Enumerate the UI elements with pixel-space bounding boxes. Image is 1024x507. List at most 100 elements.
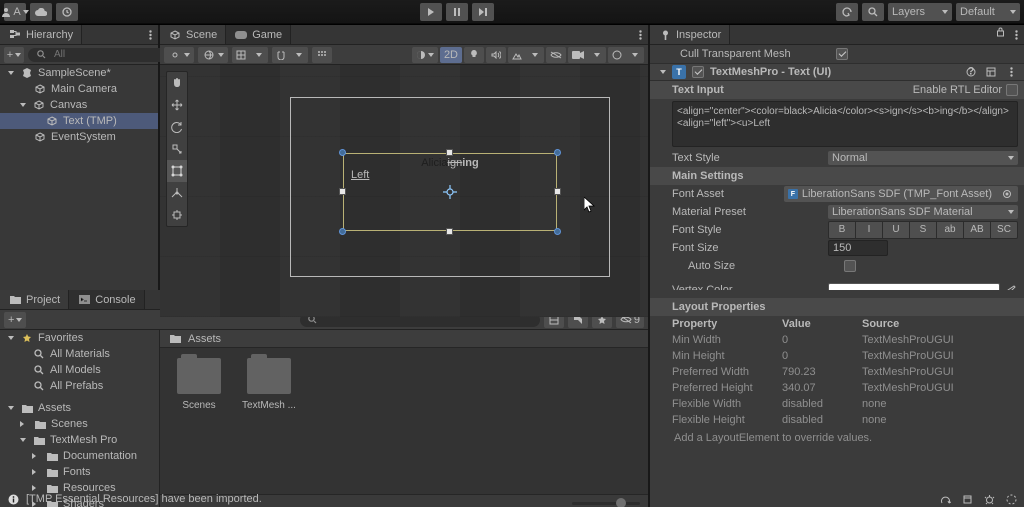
debug-icon[interactable] — [982, 492, 996, 506]
scene-panel: Scene Game 2D — [160, 25, 650, 317]
lock-icon[interactable] — [992, 25, 1008, 39]
scene-viewport[interactable]: Aliciaigning Left — [160, 65, 648, 317]
fontstyle-sc[interactable]: SC — [991, 222, 1017, 238]
pause-icon — [450, 5, 464, 19]
search-global-button[interactable] — [862, 3, 884, 21]
fontstyle-ab[interactable]: AB — [964, 222, 991, 238]
activity-icon[interactable] — [1004, 492, 1018, 506]
assets-grid[interactable]: Scenes TextMesh ... — [160, 348, 648, 494]
icon-size-slider[interactable] — [572, 502, 640, 505]
project-item[interactable]: Favorites — [0, 330, 159, 346]
hierarchy-tree[interactable]: SampleScene*Main CameraCanvasText (TMP)E… — [0, 65, 158, 317]
undo-button[interactable] — [836, 3, 858, 21]
tab-console[interactable]: Console — [69, 290, 144, 309]
hierarchy-item[interactable]: Canvas — [0, 97, 158, 113]
scene-lighting-toggle[interactable] — [464, 47, 484, 63]
hierarchy-item[interactable]: EventSystem — [0, 129, 158, 145]
custom-tool[interactable] — [167, 204, 187, 226]
breadcrumb[interactable]: Assets — [188, 333, 221, 345]
play-button[interactable] — [420, 3, 442, 21]
rect-tool[interactable] — [167, 160, 187, 182]
step-button[interactable] — [472, 3, 494, 21]
tab-project[interactable]: Project — [0, 290, 69, 309]
textstyle-dropdown[interactable]: Normal — [828, 151, 1018, 165]
project-item[interactable]: Assets — [0, 400, 159, 416]
scene-snap-button[interactable] — [272, 47, 308, 63]
tab-inspector[interactable]: Inspector — [650, 25, 730, 44]
layout-dropdown[interactable]: Default — [956, 3, 1020, 21]
hierarchy-item[interactable]: SampleScene* — [0, 65, 158, 81]
project-item[interactable]: All Models — [0, 362, 159, 378]
component-enable-checkbox[interactable] — [692, 66, 704, 78]
tab-scene[interactable]: Scene — [160, 25, 226, 44]
asset-folder[interactable]: Scenes — [172, 358, 226, 411]
scene-grid-button[interactable] — [232, 47, 268, 63]
scene-audio-toggle[interactable] — [486, 47, 506, 63]
console-icon — [77, 293, 91, 307]
panel-menu-button[interactable] — [142, 25, 158, 44]
scene-camera-button[interactable] — [568, 47, 606, 63]
scene-2d-toggle[interactable]: 2D — [440, 47, 462, 63]
undo-history-button[interactable] — [56, 3, 78, 21]
cull-mesh-checkbox[interactable] — [836, 48, 848, 60]
project-panel: Project Console + 9 FavoritesAll Materia… — [0, 290, 650, 507]
cloud-button[interactable] — [30, 3, 52, 21]
component-header-tmp[interactable]: T TextMeshPro - Text (UI) ? — [650, 63, 1024, 81]
hierarchy-panel: Hierarchy + SampleScene*Main CameraCanva… — [0, 25, 160, 317]
project-item[interactable]: All Prefabs — [0, 378, 159, 394]
project-item[interactable]: Documentation — [0, 448, 159, 464]
transform-tool[interactable] — [167, 182, 187, 204]
preset-icon[interactable] — [984, 65, 998, 79]
pause-button[interactable] — [446, 3, 468, 21]
rtl-checkbox[interactable] — [1006, 84, 1018, 96]
scene-fx-toggle[interactable] — [508, 47, 544, 63]
account-button[interactable]: A — [4, 3, 26, 21]
help-icon[interactable]: ? — [964, 65, 978, 79]
project-item[interactable]: All Materials — [0, 346, 159, 362]
move-tool[interactable] — [167, 94, 187, 116]
hierarchy-item[interactable]: Text (TMP) — [0, 113, 158, 129]
hierarchy-item[interactable]: Main Camera — [0, 81, 158, 97]
scene-shademode-button[interactable] — [412, 47, 438, 63]
layers-dropdown[interactable]: Layers — [888, 3, 952, 21]
tmp-selection[interactable]: Aliciaigning Left — [343, 153, 557, 231]
panel-menu-button[interactable] — [1008, 25, 1024, 44]
project-item[interactable]: TextMesh Pro — [0, 432, 159, 448]
project-tree[interactable]: FavoritesAll MaterialsAll ModelsAll Pref… — [0, 330, 160, 507]
scene-increment-button[interactable] — [312, 47, 332, 63]
fontstyle-button-group[interactable]: BIUSabABSC — [828, 221, 1018, 239]
rotate-tool[interactable] — [167, 116, 187, 138]
project-add-button[interactable]: + — [4, 312, 26, 328]
scene-hidden-toggle[interactable] — [546, 47, 566, 63]
object-picker-icon[interactable] — [1000, 187, 1014, 201]
fontstyle-s[interactable]: S — [910, 222, 937, 238]
hand-tool[interactable] — [167, 72, 187, 94]
hierarchy-add-button[interactable]: + — [4, 47, 24, 63]
panel-menu-button[interactable] — [632, 25, 648, 44]
fontsize-input[interactable] — [828, 240, 888, 256]
fontstyle-ab[interactable]: ab — [937, 222, 964, 238]
history-icon — [60, 5, 74, 19]
project-item[interactable]: Fonts — [0, 464, 159, 480]
material-label: Material Preset — [672, 206, 822, 218]
project-item[interactable]: Scenes — [0, 416, 159, 432]
autogen-icon[interactable] — [938, 492, 952, 506]
scene-pivot-button[interactable] — [164, 47, 194, 63]
scene-handle-button[interactable] — [198, 47, 228, 63]
tab-game[interactable]: Game — [226, 25, 291, 44]
autosize-checkbox[interactable] — [844, 260, 856, 272]
tab-hierarchy[interactable]: Hierarchy — [0, 25, 82, 44]
cube-icon — [32, 98, 46, 112]
fontasset-field[interactable]: FLiberationSans SDF (TMP_Font Asset) — [784, 186, 1018, 202]
asset-folder[interactable]: TextMesh ... — [242, 358, 296, 411]
scale-tool[interactable] — [167, 138, 187, 160]
svg-text:?: ? — [968, 67, 975, 77]
fontstyle-u[interactable]: U — [883, 222, 910, 238]
cache-icon[interactable] — [960, 492, 974, 506]
fontstyle-i[interactable]: I — [856, 222, 883, 238]
scene-gizmo-button[interactable] — [608, 47, 644, 63]
material-dropdown[interactable]: LiberationSans SDF Material — [828, 205, 1018, 219]
tmp-text-input[interactable]: <align="center"><color=black>Alicia</col… — [672, 101, 1018, 147]
kebab-icon[interactable] — [1004, 65, 1018, 79]
fontstyle-b[interactable]: B — [829, 222, 856, 238]
